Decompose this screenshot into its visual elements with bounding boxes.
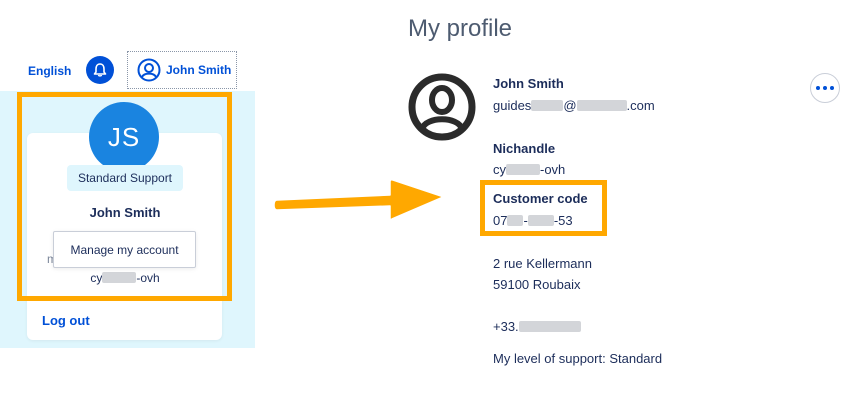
user-menu-name: John Smith (166, 63, 232, 77)
highlight-box-customer-code (480, 180, 607, 236)
support-level-line: My level of support: Standard (493, 351, 663, 366)
more-options-icon (816, 86, 820, 90)
bell-icon (93, 63, 107, 77)
nichandle-label: Nichandle (493, 141, 556, 156)
profile-avatar-icon (408, 73, 476, 141)
profile-name: John Smith (493, 76, 564, 91)
nichandle-prefix: cy (493, 162, 506, 177)
redacted-text (506, 164, 540, 175)
profile-email: guides @ .com (493, 98, 655, 113)
email-at: @ (563, 98, 577, 113)
redacted-text (576, 100, 627, 111)
address-line-1: 2 rue Kellermann (493, 256, 592, 271)
page-title: My profile (408, 15, 513, 42)
more-options-icon-dot (823, 86, 827, 90)
phone-prefix: +33. (493, 319, 519, 334)
notifications-button[interactable] (86, 56, 114, 84)
user-menu-button[interactable]: John Smith (127, 51, 237, 89)
language-selector[interactable]: English (28, 64, 71, 78)
phone-number: +33. (493, 319, 581, 334)
nichandle-suffix: -ovh (540, 162, 566, 177)
address-line-2: 59100 Roubaix (493, 277, 581, 292)
highlight-box-account-card (17, 92, 232, 301)
nichandle-value: cy -ovh (493, 162, 565, 177)
arrow-right-icon (273, 179, 443, 221)
email-prefix: guides (493, 98, 532, 113)
logout-link[interactable]: Log out (42, 313, 90, 328)
email-suffix: .com (626, 98, 655, 113)
user-circle-icon (137, 58, 161, 82)
redacted-text (518, 321, 581, 332)
more-options-icon-dot (830, 86, 834, 90)
redacted-text (531, 100, 564, 111)
more-options-button[interactable] (810, 73, 840, 103)
